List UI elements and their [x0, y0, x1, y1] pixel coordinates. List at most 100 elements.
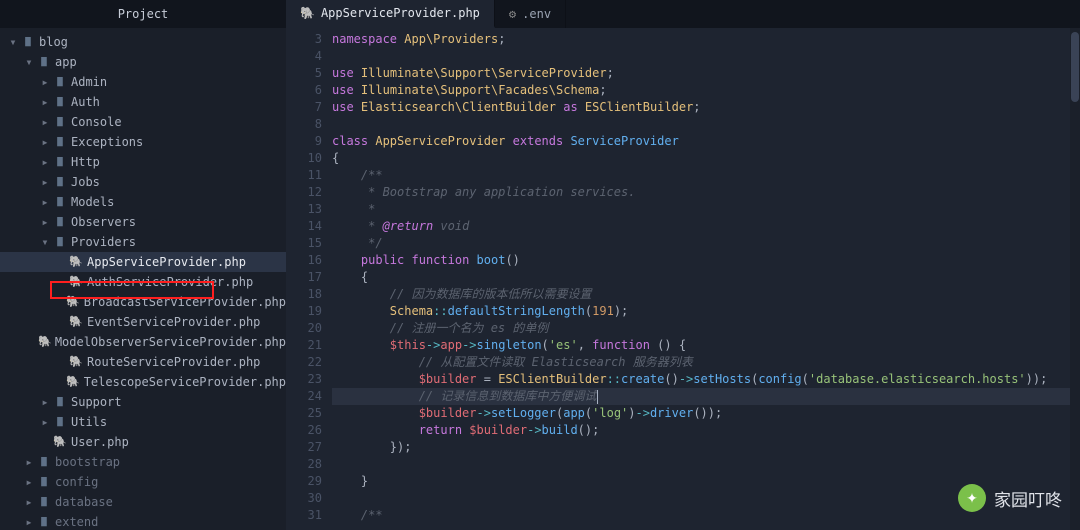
- project-panel-header: Project: [0, 0, 286, 28]
- tree-folder[interactable]: ▾▇Providers: [0, 232, 286, 252]
- tree-file[interactable]: 🐘RouteServiceProvider.php: [0, 352, 286, 372]
- chevron-right-icon[interactable]: ▸: [40, 152, 50, 172]
- php-icon: 🐘: [65, 372, 80, 392]
- tab-label: .env: [522, 7, 551, 21]
- tree-folder[interactable]: ▸▇config: [0, 472, 286, 492]
- chevron-right-icon[interactable]: ▸: [40, 392, 50, 412]
- tree-folder[interactable]: ▸▇extend: [0, 512, 286, 530]
- tree-item-label: AuthServiceProvider.php: [87, 272, 253, 292]
- code-line: /**: [332, 507, 1080, 524]
- line-number: 14: [286, 218, 322, 235]
- folder-icon: ▇: [52, 412, 68, 432]
- code-line: [332, 490, 1080, 507]
- chevron-right-icon[interactable]: ▸: [40, 192, 50, 212]
- line-number: 24: [286, 388, 322, 405]
- tree-folder[interactable]: ▸▇Jobs: [0, 172, 286, 192]
- tree-item-label: RouteServiceProvider.php: [87, 352, 260, 372]
- line-number: 12: [286, 184, 322, 201]
- tree-item-label: Http: [71, 152, 100, 172]
- tree-file[interactable]: 🐘TelescopeServiceProvider.php: [0, 372, 286, 392]
- folder-icon: ▇: [36, 512, 52, 530]
- chevron-right-icon[interactable]: ▸: [24, 452, 34, 472]
- tree-folder[interactable]: ▸▇Console: [0, 112, 286, 132]
- chevron-right-icon[interactable]: ▸: [40, 132, 50, 152]
- chevron-down-icon[interactable]: ▾: [8, 32, 18, 52]
- folder-icon: ▇: [52, 232, 68, 252]
- line-number: 29: [286, 473, 322, 490]
- tree-folder[interactable]: ▸▇Models: [0, 192, 286, 212]
- tree-file[interactable]: 🐘EventServiceProvider.php: [0, 312, 286, 332]
- folder-icon: ▇: [52, 392, 68, 412]
- line-number: 6: [286, 82, 322, 99]
- chevron-right-icon[interactable]: ▸: [40, 72, 50, 92]
- tree-file[interactable]: 🐘AppServiceProvider.php: [0, 252, 286, 272]
- tree-folder[interactable]: ▸▇bootstrap: [0, 452, 286, 472]
- code-editor[interactable]: 3456789101112131415161718192021222324252…: [286, 28, 1080, 530]
- vertical-scrollbar[interactable]: [1070, 28, 1080, 530]
- chevron-right-icon[interactable]: ▸: [40, 412, 50, 432]
- code-line: $this->app->singleton('es', function () …: [332, 337, 1080, 354]
- folder-icon: ▇: [36, 52, 52, 72]
- project-tree[interactable]: ▾▇blog▾▇app▸▇Admin▸▇Auth▸▇Console▸▇Excep…: [0, 28, 286, 530]
- tree-file[interactable]: 🐘User.php: [0, 432, 286, 452]
- chevron-right-icon[interactable]: ▸: [40, 212, 50, 232]
- line-number: 10: [286, 150, 322, 167]
- main: ▾▇blog▾▇app▸▇Admin▸▇Auth▸▇Console▸▇Excep…: [0, 28, 1080, 530]
- tree-folder[interactable]: ▸▇Auth: [0, 92, 286, 112]
- line-number: 9: [286, 133, 322, 150]
- code-line: use Illuminate\Support\Facades\Schema;: [332, 82, 1080, 99]
- line-number: 23: [286, 371, 322, 388]
- folder-icon: ▇: [36, 492, 52, 512]
- line-number: 4: [286, 48, 322, 65]
- tree-folder[interactable]: ▸▇Support: [0, 392, 286, 412]
- scrollbar-thumb[interactable]: [1071, 32, 1079, 102]
- chevron-down-icon[interactable]: ▾: [40, 232, 50, 252]
- tree-folder[interactable]: ▸▇Admin: [0, 72, 286, 92]
- line-number: 7: [286, 99, 322, 116]
- tree-folder[interactable]: ▸▇database: [0, 492, 286, 512]
- line-number: 15: [286, 235, 322, 252]
- folder-icon: ▇: [52, 112, 68, 132]
- editor-tabs: 🐘 AppServiceProvider.php ⚙ .env: [286, 0, 1080, 28]
- line-number: 18: [286, 286, 322, 303]
- code-line: [332, 48, 1080, 65]
- chevron-down-icon[interactable]: ▾: [24, 52, 34, 72]
- tree-folder[interactable]: ▸▇Exceptions: [0, 132, 286, 152]
- line-number: 19: [286, 303, 322, 320]
- tree-folder[interactable]: ▸▇Observers: [0, 212, 286, 232]
- code-line: /**: [332, 167, 1080, 184]
- chevron-right-icon[interactable]: ▸: [40, 172, 50, 192]
- line-number: 22: [286, 354, 322, 371]
- tree-folder[interactable]: ▾▇app: [0, 52, 286, 72]
- line-number: 3: [286, 31, 322, 48]
- tree-folder[interactable]: ▸▇Http: [0, 152, 286, 172]
- line-number: 20: [286, 320, 322, 337]
- php-icon: 🐘: [52, 432, 68, 452]
- line-number: 5: [286, 65, 322, 82]
- line-number: 26: [286, 422, 322, 439]
- tree-file[interactable]: 🐘AuthServiceProvider.php: [0, 272, 286, 292]
- line-number: 25: [286, 405, 322, 422]
- project-panel-title: Project: [118, 7, 169, 21]
- chevron-right-icon[interactable]: ▸: [40, 112, 50, 132]
- tree-file[interactable]: 🐘ModelObserverServiceProvider.php: [0, 332, 286, 352]
- chevron-right-icon[interactable]: ▸: [24, 472, 34, 492]
- php-icon: 🐘: [68, 312, 84, 332]
- chevron-right-icon[interactable]: ▸: [40, 92, 50, 112]
- tree-folder[interactable]: ▸▇Utils: [0, 412, 286, 432]
- chevron-right-icon[interactable]: ▸: [24, 512, 34, 530]
- tab-appserviceprovider[interactable]: 🐘 AppServiceProvider.php: [286, 0, 495, 28]
- tab-env[interactable]: ⚙ .env: [495, 0, 566, 28]
- tree-file[interactable]: 🐘BroadcastServiceProvider.php: [0, 292, 286, 312]
- folder-icon: ▇: [52, 212, 68, 232]
- tree-folder[interactable]: ▾▇blog: [0, 32, 286, 52]
- tree-item-label: Models: [71, 192, 114, 212]
- code-line: * Bootstrap any application services.: [332, 184, 1080, 201]
- code-line: use Illuminate\Support\ServiceProvider;: [332, 65, 1080, 82]
- chevron-right-icon[interactable]: ▸: [24, 492, 34, 512]
- code-line: // 因为数据库的版本低所以需要设置: [332, 286, 1080, 303]
- code-area[interactable]: namespace App\Providers;use Illuminate\S…: [332, 28, 1080, 530]
- tree-item-label: blog: [39, 32, 68, 52]
- line-number-gutter: 3456789101112131415161718192021222324252…: [286, 28, 332, 530]
- folder-icon: ▇: [52, 92, 68, 112]
